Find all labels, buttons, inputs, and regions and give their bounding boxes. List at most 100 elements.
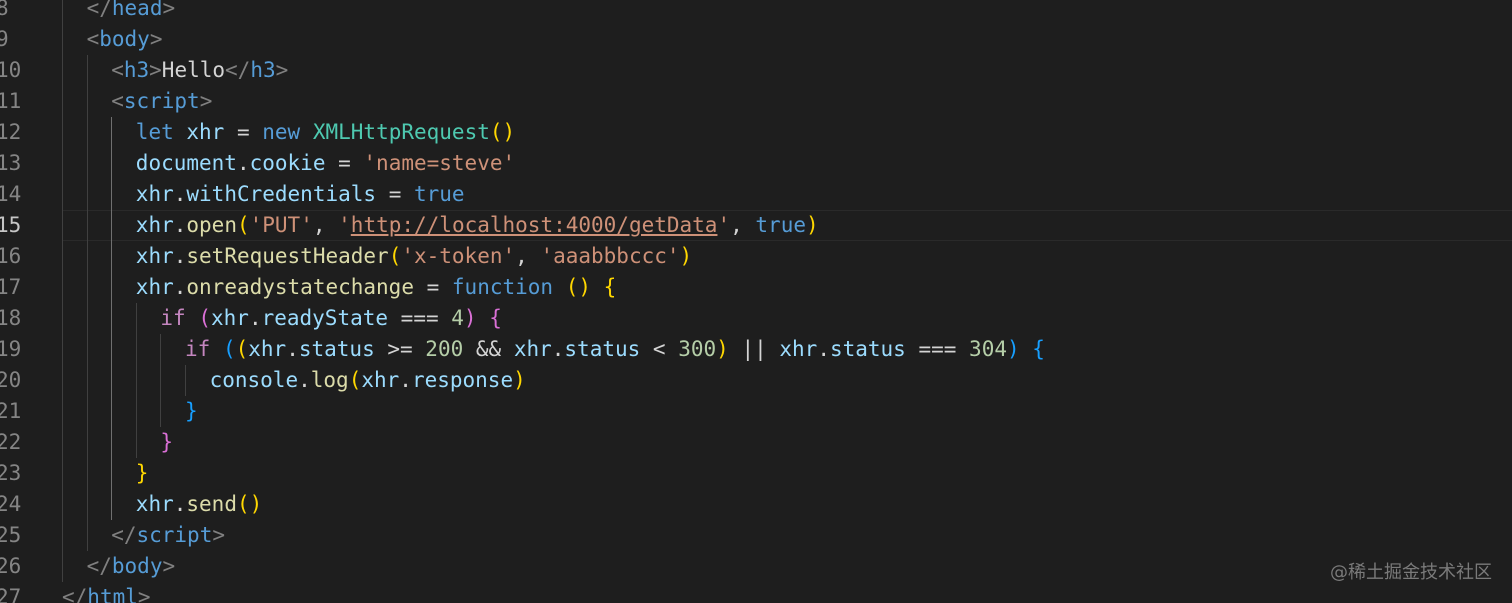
code-text[interactable]: xhr.withCredentials = true xyxy=(62,179,465,210)
code-token: } xyxy=(135,461,149,485)
code-line[interactable]: 22} xyxy=(0,427,1512,458)
code-token: ( xyxy=(235,337,249,361)
code-text[interactable]: </head> xyxy=(62,0,176,24)
code-line[interactable]: 10 <h3>Hello</h3> xyxy=(0,55,1512,86)
code-token: http://localhost:4000/getData xyxy=(350,213,718,237)
line-number: 16 xyxy=(0,244,22,268)
code-text[interactable]: <h3>Hello</h3> xyxy=(62,55,288,86)
code-text[interactable]: } xyxy=(62,396,198,427)
code-text[interactable]: console.log(xhr.response) xyxy=(62,365,526,396)
code-token: setRequestHeader xyxy=(186,244,389,268)
code-text[interactable]: <script> xyxy=(62,86,212,117)
code-token: true xyxy=(413,182,465,206)
code-token: log xyxy=(310,368,349,392)
code-token: . xyxy=(173,275,187,299)
code-token: < xyxy=(111,89,124,113)
code-text[interactable]: xhr.open('PUT', 'http://localhost:4000/g… xyxy=(62,210,819,241)
code-token: let xyxy=(135,120,174,144)
code-token: ) xyxy=(1006,337,1020,361)
code-line[interactable]: 17 xhr.onreadystatechange = function () { xyxy=(0,272,1512,303)
code-token: ) xyxy=(513,368,526,392)
code-token: , xyxy=(312,213,339,237)
code-line[interactable]: 16 xhr.setRequestHeader('x-token', 'aaabb… xyxy=(0,241,1512,272)
code-token: onreadystatechange xyxy=(186,275,414,299)
code-text[interactable]: if ((xhr.status >= 200 && xhr.status < 3… xyxy=(62,334,1045,365)
code-token: html xyxy=(87,585,138,603)
code-token: ( xyxy=(198,306,211,330)
line-number: 12 xyxy=(0,120,22,144)
code-line[interactable]: 8 </head> xyxy=(0,0,1512,24)
code-token: () xyxy=(236,492,263,516)
code-text[interactable]: </script> xyxy=(62,520,225,551)
code-text[interactable]: document.cookie = 'name=steve' xyxy=(62,148,515,179)
line-number: 24 xyxy=(0,492,22,516)
code-token: > xyxy=(149,58,162,82)
code-token: ' xyxy=(717,213,731,237)
code-token: xhr xyxy=(211,306,249,330)
code-token: response xyxy=(411,368,514,392)
code-line[interactable]: 27 </html> xyxy=(0,582,1512,603)
code-token: ( xyxy=(236,213,250,237)
code-text[interactable]: </body> xyxy=(62,551,176,582)
line-number: 13 xyxy=(0,151,22,175)
line-number: 25 xyxy=(0,523,22,547)
code-text[interactable]: } xyxy=(62,427,173,458)
code-line[interactable]: 11 <script> xyxy=(0,86,1512,117)
code-token: ) xyxy=(679,244,693,268)
code-line[interactable]: 15 xhr.open('PUT', 'http://localhost:4000… xyxy=(0,210,1512,241)
line-number: 9 xyxy=(0,27,9,51)
code-token: 304 xyxy=(969,337,1007,361)
code-line[interactable]: 13 document.cookie = 'name=steve' xyxy=(0,148,1512,179)
code-text[interactable]: <body> xyxy=(62,24,163,55)
code-line[interactable]: 9 <body> xyxy=(0,24,1512,55)
code-line[interactable]: 26 </body> xyxy=(0,551,1512,582)
code-line[interactable]: 14 xhr.withCredentials = true xyxy=(0,179,1512,210)
code-token: if xyxy=(185,337,211,361)
code-text[interactable]: </html> xyxy=(62,582,151,603)
code-line[interactable]: 12 let xhr = new XMLHttpRequest() xyxy=(0,117,1512,148)
code-text[interactable]: if (xhr.readyState === 4) { xyxy=(62,303,502,334)
code-token: xhr xyxy=(779,337,818,361)
code-line[interactable]: 19 if ((xhr.status >= 200 && xhr.status <… xyxy=(0,334,1512,365)
code-token: . xyxy=(173,182,187,206)
code-line[interactable]: 20 console.log(xhr.response) xyxy=(0,365,1512,396)
code-token: 'x-token' xyxy=(401,244,516,268)
code-lines[interactable]: 8 </head> 9 <body> 10 <h3>Hello</h3> 11 <script… xyxy=(0,0,1512,603)
code-text[interactable]: xhr.send() xyxy=(62,489,262,520)
line-number: 23 xyxy=(0,461,22,485)
code-text[interactable]: let xhr = new XMLHttpRequest() xyxy=(62,117,515,148)
code-text[interactable]: } xyxy=(62,458,149,489)
code-token: xhr xyxy=(135,492,174,516)
code-token: . xyxy=(298,368,311,392)
code-token: === xyxy=(388,306,452,330)
code-line[interactable]: 25 </script> xyxy=(0,520,1512,551)
code-line[interactable]: 21} xyxy=(0,396,1512,427)
code-text[interactable]: xhr.setRequestHeader('x-token', 'aaabbbc… xyxy=(62,241,692,272)
code-token: body xyxy=(111,554,163,578)
line-number: 21 xyxy=(0,399,22,423)
code-line[interactable]: 18 if (xhr.readyState === 4) { xyxy=(0,303,1512,334)
code-token: < xyxy=(111,58,124,82)
code-line[interactable]: 23} xyxy=(0,458,1512,489)
code-token: xhr xyxy=(248,337,287,361)
code-token: 'name=steve' xyxy=(363,151,516,175)
line-number: 14 xyxy=(0,182,22,206)
code-token: ) xyxy=(805,213,819,237)
code-token: { xyxy=(489,306,502,330)
code-line[interactable]: 24 xhr.send() xyxy=(0,489,1512,520)
code-token: . xyxy=(173,244,187,268)
code-token: , xyxy=(730,213,756,237)
code-text[interactable]: xhr.onreadystatechange = function () { xyxy=(62,272,617,303)
code-token: 4 xyxy=(451,306,464,330)
code-token: status xyxy=(564,337,641,361)
code-editor[interactable]: 8 </head> 9 <body> 10 <h3>Hello</h3> 11 <script… xyxy=(0,0,1512,603)
code-token: function xyxy=(451,275,554,299)
code-token: 'aaabbbccc' xyxy=(540,244,680,268)
code-token: </ xyxy=(86,0,112,20)
code-token: < xyxy=(640,337,679,361)
code-token: < xyxy=(86,27,100,51)
